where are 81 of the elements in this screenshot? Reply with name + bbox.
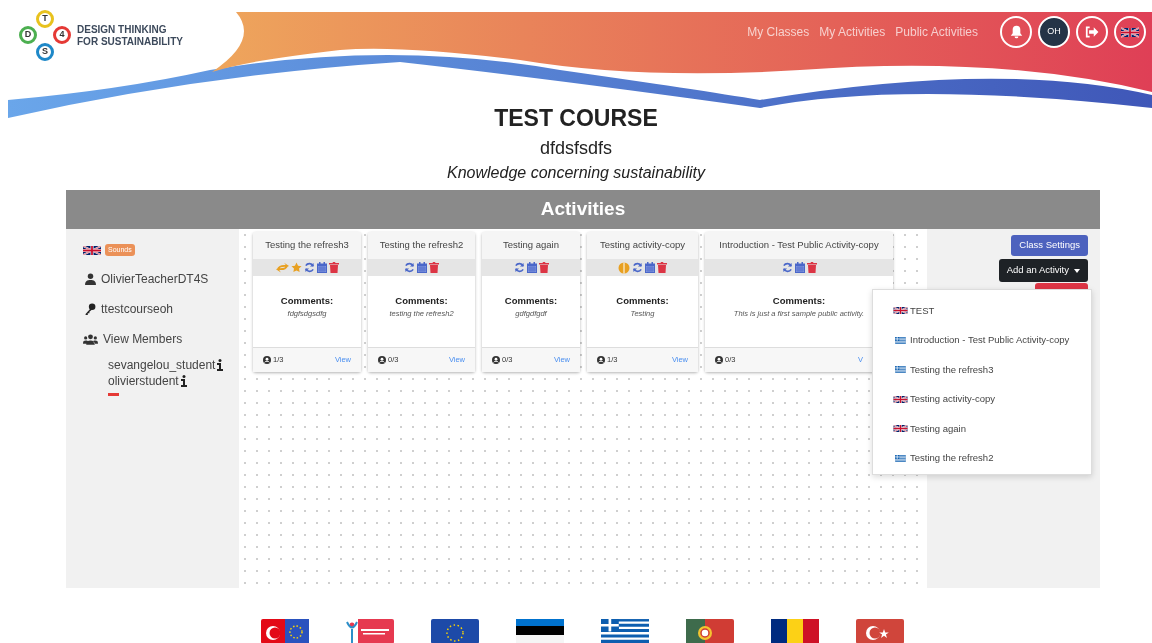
logo-letter: T bbox=[36, 10, 54, 28]
refresh-icon[interactable] bbox=[781, 262, 793, 273]
info-icon[interactable] bbox=[180, 375, 187, 387]
activity-title[interactable]: Introduction - Test Public Activity-copy bbox=[705, 232, 893, 259]
key-icon bbox=[85, 303, 96, 315]
greek-flag-logo bbox=[601, 619, 649, 643]
logo-letter: D bbox=[19, 26, 37, 44]
dropdown-item[interactable]: TEST bbox=[873, 296, 1091, 326]
uk-flag-icon bbox=[893, 395, 908, 403]
bell-icon bbox=[1009, 25, 1023, 39]
comments-label: Comments: bbox=[772, 294, 826, 308]
user-circle-icon bbox=[492, 356, 500, 364]
course-title: TEST COURSE bbox=[494, 104, 658, 132]
calendar-icon[interactable] bbox=[794, 262, 805, 273]
uk-flag-icon bbox=[83, 245, 101, 255]
logo-letter: S bbox=[36, 43, 54, 61]
star-icon[interactable] bbox=[290, 262, 302, 273]
logo-text: FOR SUSTAINABILITY bbox=[77, 36, 183, 48]
user-circle-icon bbox=[378, 356, 386, 364]
class-settings-button[interactable]: Class Settings bbox=[1011, 235, 1088, 256]
dropdown-item[interactable]: Testing the refresh3 bbox=[873, 355, 1091, 385]
trash-icon[interactable] bbox=[429, 262, 439, 273]
trash-icon[interactable] bbox=[328, 262, 339, 273]
user-icon bbox=[85, 273, 96, 285]
comments-label: Comments: bbox=[395, 294, 448, 308]
activity-title[interactable]: Testing the refresh2 bbox=[368, 232, 475, 259]
greek-flag-icon bbox=[893, 336, 908, 344]
flag-logo bbox=[261, 619, 309, 643]
teacher-name: OlivierTeacherDT4S bbox=[101, 271, 209, 288]
course-code: dfdsfsdfs bbox=[539, 137, 612, 160]
refresh-icon[interactable] bbox=[303, 262, 315, 273]
notifications-button[interactable] bbox=[1000, 16, 1032, 48]
info-icon[interactable] bbox=[217, 359, 224, 371]
user-circle-icon bbox=[597, 356, 605, 364]
language-button[interactable] bbox=[1114, 16, 1146, 48]
logout-button[interactable] bbox=[1076, 16, 1108, 48]
course-subtitle: Knowledge concerning sustainability bbox=[447, 163, 705, 183]
turkish-flag-logo bbox=[856, 619, 904, 643]
calendar-icon[interactable] bbox=[645, 262, 655, 273]
member-name[interactable]: olivierstudent bbox=[108, 373, 179, 389]
users-icon bbox=[83, 333, 98, 345]
add-activity-button[interactable]: Add an Activity bbox=[998, 259, 1088, 282]
section-header: Activities bbox=[66, 190, 1100, 229]
logo-letter: 4 bbox=[53, 26, 71, 44]
calendar-icon[interactable] bbox=[417, 262, 427, 273]
course-key: ttestcourseoh bbox=[101, 300, 174, 318]
user-circle-icon bbox=[715, 356, 723, 364]
view-members-link[interactable]: View Members bbox=[103, 330, 183, 348]
trash-icon[interactable] bbox=[538, 262, 549, 273]
uk-flag-icon bbox=[893, 307, 908, 315]
caret-icon bbox=[1074, 268, 1080, 273]
uk-flag-icon bbox=[1121, 26, 1139, 38]
logo-text: DESIGN THINKING bbox=[77, 24, 168, 36]
greek-flag-icon bbox=[893, 366, 908, 374]
comments-label: Comments: bbox=[616, 294, 669, 308]
refresh-icon[interactable] bbox=[513, 262, 525, 273]
member-name[interactable]: sevangelou_student bbox=[108, 357, 216, 373]
dropdown-item[interactable]: Introduction - Test Public Activity-copy bbox=[873, 325, 1091, 355]
activity-title[interactable]: Testing the refresh3 bbox=[253, 232, 361, 259]
romanian-flag-logo bbox=[771, 619, 819, 643]
uk-flag-icon bbox=[893, 425, 908, 433]
activity-title[interactable]: Testing again bbox=[482, 232, 580, 259]
trash-icon[interactable] bbox=[806, 262, 817, 273]
trash-icon[interactable] bbox=[657, 262, 667, 273]
dropdown-item[interactable]: Testing again bbox=[873, 414, 1091, 444]
comments-label: Comments: bbox=[280, 294, 334, 308]
calendar-icon[interactable] bbox=[526, 262, 537, 273]
greek-flag-icon bbox=[893, 454, 908, 462]
logout-icon bbox=[1085, 26, 1099, 38]
dropdown-item[interactable]: Testing the refresh2 bbox=[873, 443, 1091, 473]
eu-flag-logo bbox=[431, 619, 479, 643]
activity-title[interactable]: Testing activity-copy bbox=[587, 232, 698, 259]
agency-logo bbox=[346, 619, 394, 643]
comments-label: Comments: bbox=[504, 294, 558, 308]
dropdown-item[interactable]: Testing activity-copy bbox=[873, 384, 1091, 414]
calendar-icon[interactable] bbox=[316, 262, 327, 273]
portuguese-flag-logo bbox=[686, 619, 734, 643]
refresh-icon[interactable] bbox=[632, 262, 643, 273]
refresh-icon[interactable] bbox=[404, 262, 415, 273]
estonian-flag-logo bbox=[516, 619, 564, 643]
user-circle-icon bbox=[263, 356, 271, 364]
